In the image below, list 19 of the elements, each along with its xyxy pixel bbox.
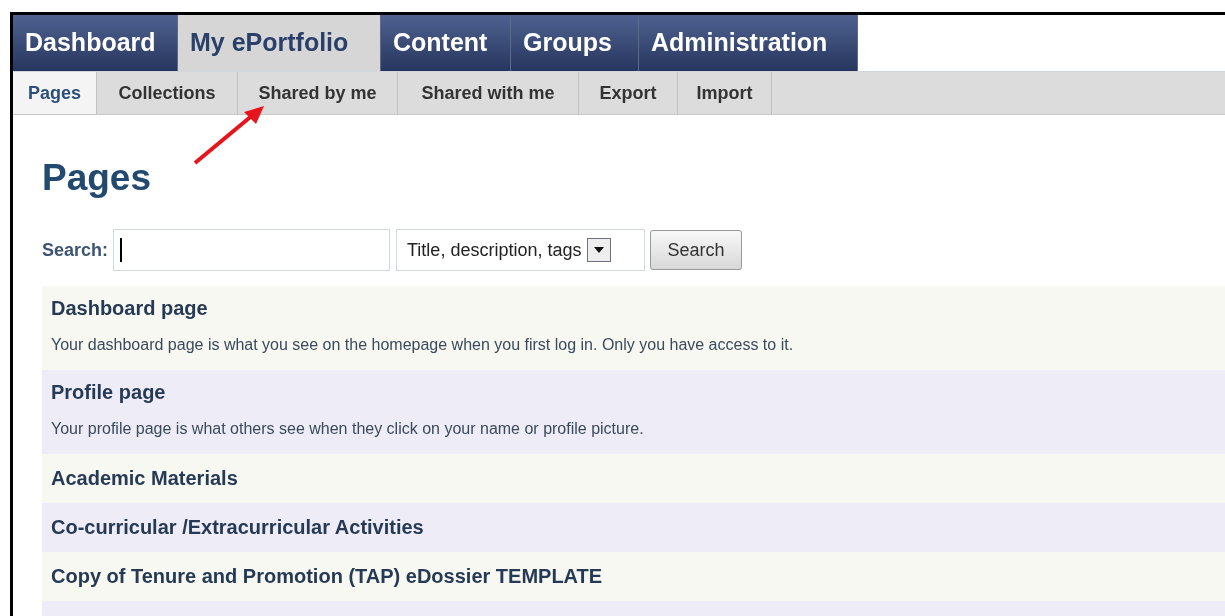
main-nav-tab[interactable]: Groups <box>511 15 639 71</box>
main-nav-tab[interactable]: Content <box>381 15 511 71</box>
page-description: Your dashboard page is what you see on the homepage when you first log in. Only you have access to it. <box>51 335 795 355</box>
search-label: Search: <box>42 238 109 262</box>
page-title-link[interactable]: Dashboard page <box>51 296 208 321</box>
page-title-link[interactable]: Co-curricular /Extracurricular Activities <box>51 515 424 540</box>
page-title-link[interactable]: Profile page <box>51 380 166 405</box>
main-nav-tab[interactable]: My ePortfolio <box>178 15 381 71</box>
main-nav-tab[interactable]: Dashboard <box>13 15 178 71</box>
page-title-link[interactable]: Academic Materials <box>51 466 238 491</box>
dropdown-caret-icon <box>587 238 612 262</box>
sub-nav-tab[interactable]: Pages <box>13 72 97 114</box>
search-button[interactable]: Search <box>650 230 743 270</box>
search-field[interactable] <box>113 229 391 271</box>
page-title-link[interactable]: Copy of Tenure and Promotion (TAP) eDossier TEMPLATE <box>51 564 603 589</box>
page-heading: Pages <box>42 159 152 196</box>
main-nav-tab[interactable]: Administration <box>639 15 858 71</box>
search-scope-dropdown[interactable]: Title, description, tags <box>396 229 646 271</box>
page-description: Your profile page is what others see when they click on your name or profile picture. <box>51 419 645 439</box>
